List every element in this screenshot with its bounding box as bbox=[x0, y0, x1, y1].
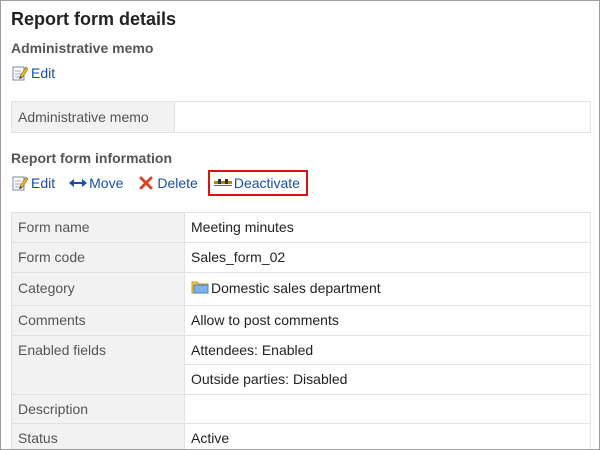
report-form-info-table: Form name Meeting minutes Form code Sale… bbox=[11, 212, 591, 449]
move-arrows-icon bbox=[69, 175, 88, 191]
table-row: Form name Meeting minutes bbox=[11, 212, 591, 243]
table-row: Form code Sales_form_02 bbox=[11, 242, 591, 273]
table-row: Status Active bbox=[11, 422, 591, 449]
admin-memo-table: Administrative memo bbox=[11, 101, 591, 133]
report-form-info-section-title: Report form information bbox=[11, 150, 172, 166]
table-row: Enabled fields Attendees: Enabled Outsid… bbox=[11, 334, 591, 395]
delete-label: Delete bbox=[157, 175, 198, 191]
admin-memo-edit-label: Edit bbox=[31, 65, 56, 81]
table-row: Administrative memo bbox=[11, 101, 591, 133]
admin-memo-actions: Edit bbox=[11, 63, 69, 83]
edit-label: Edit bbox=[31, 175, 56, 191]
form-name-label: Form name bbox=[11, 212, 185, 243]
page-title: Report form details bbox=[11, 9, 177, 29]
enabled-fields-label: Enabled fields bbox=[11, 334, 185, 395]
table-row: Description bbox=[11, 393, 591, 424]
description-value bbox=[184, 393, 591, 424]
comments-value: Allow to post comments bbox=[184, 304, 591, 336]
enabled-fields-value: Attendees: Enabled Outside parties: Disa… bbox=[184, 334, 591, 395]
report-form-details-panel: Report form details Administrative memo … bbox=[0, 0, 600, 450]
admin-memo-row-label: Administrative memo bbox=[11, 101, 175, 133]
status-badge: Active bbox=[184, 422, 591, 449]
move-label: Move bbox=[89, 175, 124, 191]
edit-icon bbox=[11, 175, 29, 191]
form-name-value: Meeting minutes bbox=[184, 212, 591, 243]
status-label: Status bbox=[11, 422, 185, 449]
category-text[interactable]: Domestic sales department bbox=[211, 280, 381, 296]
admin-memo-section-title: Administrative memo bbox=[11, 40, 154, 56]
deactivate-label: Deactivate bbox=[233, 175, 300, 191]
move-link[interactable]: Move bbox=[69, 175, 123, 191]
deactivate-icon bbox=[213, 175, 232, 191]
enabled-field-outside-parties: Outside parties: Disabled bbox=[185, 363, 590, 393]
edit-icon bbox=[11, 65, 29, 81]
edit-link[interactable]: Edit bbox=[11, 175, 55, 191]
category-value: Domestic sales department bbox=[184, 272, 591, 306]
enabled-field-attendees: Attendees: Enabled bbox=[191, 341, 314, 358]
folder-icon bbox=[191, 274, 209, 305]
form-code-label: Form code bbox=[11, 242, 185, 273]
delete-x-icon bbox=[137, 175, 155, 191]
admin-memo-row-value bbox=[174, 101, 591, 133]
table-row: Comments Allow to post comments bbox=[11, 304, 591, 336]
category-label: Category bbox=[11, 272, 185, 306]
form-code-value: Sales_form_02 bbox=[184, 242, 591, 273]
table-row: Category Domestic sales department bbox=[11, 272, 591, 306]
description-label: Description bbox=[11, 393, 185, 424]
deactivate-link[interactable]: Deactivate bbox=[207, 170, 308, 196]
admin-memo-edit-link[interactable]: Edit bbox=[11, 65, 55, 81]
comments-label: Comments bbox=[11, 304, 185, 336]
report-form-actions: Edit Move Delete Deactivate bbox=[11, 170, 322, 196]
delete-link[interactable]: Delete bbox=[137, 175, 198, 191]
